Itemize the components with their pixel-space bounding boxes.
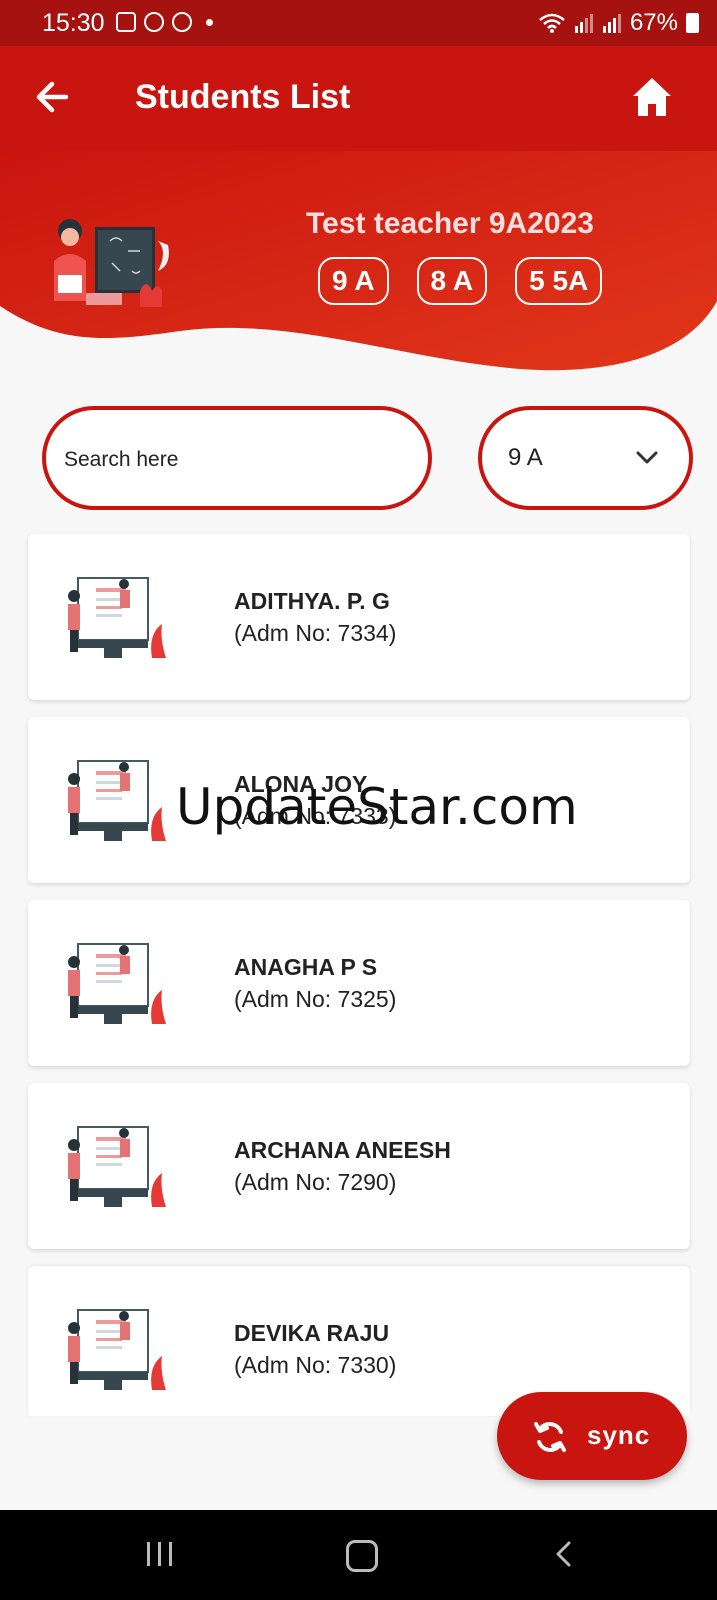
class-chip[interactable]: 8 A xyxy=(416,257,488,305)
status-bar: 15:30 67% xyxy=(0,0,717,46)
student-illustration xyxy=(68,1126,166,1207)
class-chip[interactable]: 5 5A xyxy=(515,257,603,305)
teacher-header: Test teacher 9A2023 9 A 8 A 5 5A xyxy=(0,151,717,381)
sync-button[interactable]: sync xyxy=(497,1392,687,1480)
student-name: ADITHYA. P. G xyxy=(234,588,390,614)
admission-number: (Adm No: 7330) xyxy=(234,1352,397,1378)
student-name: ARCHANA ANEESH xyxy=(234,1137,451,1163)
student-card[interactable]: ADITHYA. P. G (Adm No: 7334) xyxy=(28,534,690,700)
whatsapp-icon xyxy=(144,12,164,32)
class-dropdown[interactable]: 9 A xyxy=(478,406,693,510)
watermark: UpdateStar.com xyxy=(176,778,578,836)
app-bar: Students List xyxy=(0,46,717,152)
recent-apps-icon[interactable] xyxy=(147,1542,172,1566)
dropdown-value: 9 A xyxy=(508,444,543,471)
student-name: DEVIKA RAJU xyxy=(234,1320,390,1346)
home-nav-icon[interactable] xyxy=(346,1540,378,1572)
arrow-left-icon[interactable] xyxy=(28,72,78,122)
more-notifications-icon xyxy=(206,18,213,26)
sync-icon xyxy=(534,1422,566,1452)
admission-number: (Adm No: 7290) xyxy=(234,1169,397,1195)
admission-number: (Adm No: 7325) xyxy=(234,986,397,1012)
notification-icons xyxy=(116,12,213,32)
class-chips: 9 A 8 A 5 5A xyxy=(318,257,603,305)
system-icons: 67% xyxy=(538,9,699,37)
student-card[interactable]: ARCHANA ANEESH (Adm No: 7290) xyxy=(28,1083,690,1249)
back-nav-icon[interactable] xyxy=(553,1540,573,1568)
page-title: Students List xyxy=(135,78,351,116)
signal-icon xyxy=(574,14,593,33)
signal-icon xyxy=(602,14,621,33)
system-nav-bar xyxy=(0,1510,717,1600)
teacher-name: Test teacher 9A2023 xyxy=(306,207,594,240)
battery-icon xyxy=(686,13,699,33)
wifi-icon xyxy=(539,13,565,33)
teacher-illustration xyxy=(54,219,169,307)
student-illustration xyxy=(68,1309,166,1390)
student-illustration xyxy=(68,943,166,1024)
student-name: ANAGHA P S xyxy=(234,954,378,980)
student-illustration xyxy=(68,760,166,841)
chevron-down-icon xyxy=(636,451,658,464)
sync-label: sync xyxy=(587,1420,651,1450)
whatsapp-icon xyxy=(172,12,192,32)
student-illustration xyxy=(68,577,166,658)
admission-number: (Adm No: 7334) xyxy=(234,620,397,646)
battery-percent: 67% xyxy=(629,9,678,36)
class-chip[interactable]: 9 A xyxy=(318,257,389,305)
gallery-icon xyxy=(116,12,136,32)
search-input[interactable] xyxy=(62,436,406,484)
student-card[interactable]: ANAGHA P S (Adm No: 7325) xyxy=(28,900,690,1066)
search-box xyxy=(42,406,432,510)
status-time: 15:30 xyxy=(42,9,105,37)
home-icon[interactable] xyxy=(627,72,677,122)
